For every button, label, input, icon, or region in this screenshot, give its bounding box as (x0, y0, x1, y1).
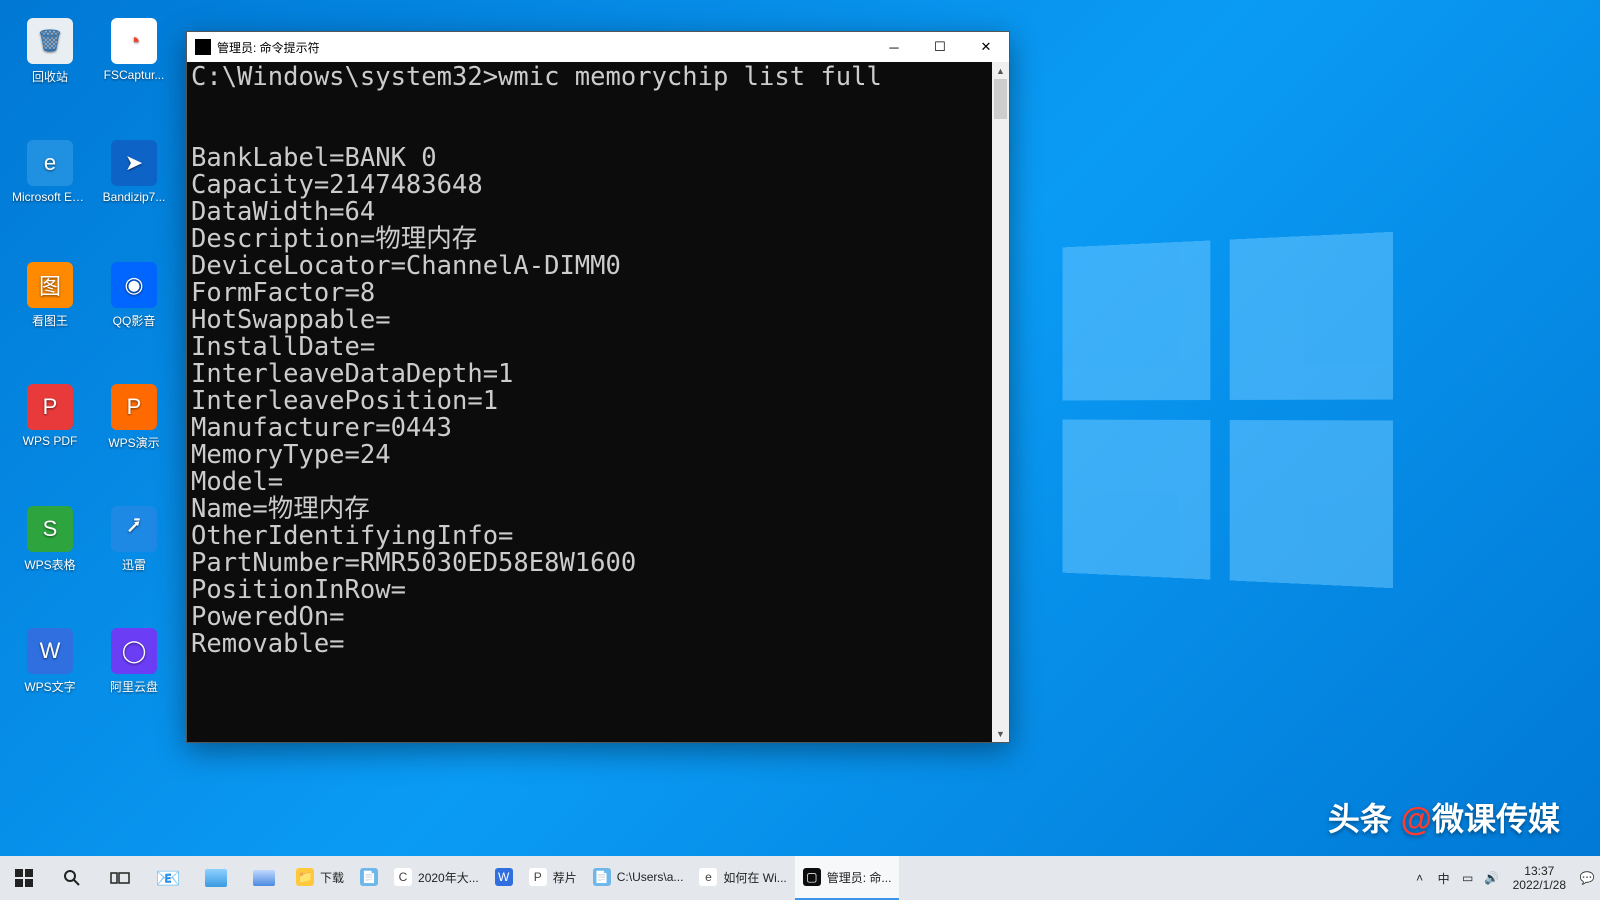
xunlei-icon: ⭷ (111, 506, 157, 552)
desktop-icon-kantuwang[interactable]: 图看图王 (12, 262, 88, 329)
task-downloads-icon: 📁 (296, 868, 314, 886)
desktop-icon-recycle-bin[interactable]: 🗑 回收站 (12, 18, 88, 85)
icon-label: 迅雷 (96, 556, 172, 573)
cmd-icon (195, 39, 211, 55)
desktop-icon-xunlei[interactable]: ⭷ 迅雷 (96, 506, 172, 573)
desktop-icon-wps-wenzi[interactable]: W WPS文字 (12, 628, 88, 695)
icon-label: FSCaptur... (96, 68, 172, 82)
task-items: 📁 下载 📄 C 2020年大... WP 荐片 📄 C:\Users\a... e 如何在 Wi.… (288, 856, 899, 900)
icon-label: Microsoft Edge (12, 190, 88, 204)
icon-label: QQ影音 (96, 312, 172, 329)
aliyunpan-icon: ◯ (111, 628, 157, 674)
icon-label: WPS演示 (96, 434, 172, 451)
task-label: C:\Users\a... (617, 870, 684, 884)
titlebar[interactable]: 管理员: 命令提示符 ─ ☐ ✕ (187, 32, 1009, 62)
icon-label: 看图王 (12, 312, 88, 329)
wps-yanshi-icon: P (111, 384, 157, 430)
scroll-thumb[interactable] (994, 79, 1007, 119)
clock-date: 2022/1/28 (1513, 878, 1566, 892)
notifications-icon[interactable]: 💬 (1578, 869, 1596, 887)
wps-biaoge-icon: S (27, 506, 73, 552)
desktop-icon-fscapture[interactable]: ◔ FSCaptur... (96, 18, 172, 82)
wps-pdf-icon: P (27, 384, 73, 430)
kantuwang-icon: 图 (27, 262, 73, 308)
window-title: 管理员: 命令提示符 (217, 39, 871, 56)
tray-chevron-icon[interactable]: ˄ (1411, 869, 1429, 887)
watermark-prefix: 头条 (1328, 801, 1392, 837)
app-pinned-2[interactable] (240, 856, 288, 900)
scroll-up-button[interactable]: ▲ (992, 62, 1009, 79)
maximize-button[interactable]: ☐ (917, 32, 963, 62)
task-edge-icon: e (699, 868, 717, 886)
scroll-down-button[interactable]: ▼ (992, 725, 1009, 742)
qqyingyin-icon: ◉ (111, 262, 157, 308)
clock[interactable]: 13:37 2022/1/28 (1507, 864, 1572, 892)
task-jianpian-icon: P (529, 868, 547, 886)
task-downloads[interactable]: 📁 下载 (288, 856, 352, 900)
mail-pinned[interactable]: 📧 (144, 856, 192, 900)
network-icon[interactable]: ▭ (1459, 869, 1477, 887)
task-cmd-icon: ▢ (803, 868, 821, 886)
task-cmd[interactable]: ▢ 管理员: 命... (795, 856, 900, 900)
desktop-icon-wps-biaoge[interactable]: S WPS表格 (12, 506, 88, 573)
watermark: 头条 @微课传媒 (1328, 794, 1560, 840)
icon-label: WPS表格 (12, 556, 88, 573)
taskbar: 📧 📁 下载 📄 C 2020年大... WP 荐片 📄 C:\Users\a... e 如何在 W… (0, 856, 1600, 900)
start-button[interactable] (0, 856, 48, 900)
bandizip-icon: ➤ (111, 140, 157, 186)
task-notepad1-icon: 📄 (360, 868, 378, 886)
task-label: 荐片 (553, 869, 577, 886)
task-edge[interactable]: e 如何在 Wi... (691, 856, 794, 900)
icon-label: WPS PDF (12, 434, 88, 448)
scrollbar[interactable]: ▲ ▼ (992, 62, 1009, 742)
close-button[interactable]: ✕ (963, 32, 1009, 62)
desktop-icon-wps-yanshi[interactable]: P WPS演示 (96, 384, 172, 451)
icon-label: 回收站 (12, 68, 88, 85)
task-notepad1[interactable]: 📄 (352, 856, 386, 900)
recycle-bin-icon: 🗑 (27, 18, 73, 64)
task-label: 如何在 Wi... (723, 869, 786, 886)
watermark-at: @ (1401, 801, 1432, 837)
icon-label: Bandizip7... (96, 190, 172, 204)
minimize-button[interactable]: ─ (871, 32, 917, 62)
task-2020[interactable]: C 2020年大... (386, 856, 487, 900)
task-2020-icon: C (394, 868, 412, 886)
app-pinned-1[interactable] (192, 856, 240, 900)
desktop-icon-edge[interactable]: e Microsoft Edge (12, 140, 88, 204)
desktop-icon-wps-pdf[interactable]: P WPS PDF (12, 384, 88, 448)
task-users[interactable]: 📄 C:\Users\a... (585, 856, 692, 900)
task-wps[interactable]: W (487, 856, 521, 900)
wps-wenzi-icon: W (27, 628, 73, 674)
desktop-icon-bandizip[interactable]: ➤ Bandizip7... (96, 140, 172, 204)
terminal-output[interactable]: C:\Windows\system32>wmic memorychip list… (187, 62, 1009, 742)
task-label: 下载 (320, 869, 344, 886)
search-button[interactable] (48, 856, 96, 900)
task-wps-icon: W (495, 868, 513, 886)
task-label: 管理员: 命... (827, 869, 892, 886)
desktop-icon-aliyunpan[interactable]: ◯ 阿里云盘 (96, 628, 172, 695)
watermark-name: 微课传媒 (1432, 801, 1560, 837)
edge-icon: e (27, 140, 73, 186)
cmd-window: 管理员: 命令提示符 ─ ☐ ✕ C:\Windows\system32>wmi… (186, 31, 1010, 743)
icon-label: 阿里云盘 (96, 678, 172, 695)
volume-icon[interactable]: 🔊 (1483, 869, 1501, 887)
task-jianpian[interactable]: P 荐片 (521, 856, 585, 900)
fscapture-icon: ◔ (111, 18, 157, 64)
desktop-icon-qqyingyin[interactable]: ◉ QQ影音 (96, 262, 172, 329)
system-tray: ˄ 中 ▭ 🔊 13:37 2022/1/28 💬 (1411, 856, 1600, 900)
clock-time: 13:37 (1513, 864, 1566, 878)
icon-label: WPS文字 (12, 678, 88, 695)
ime-icon[interactable]: 中 (1435, 869, 1453, 887)
task-label: 2020年大... (418, 869, 479, 886)
task-users-icon: 📄 (593, 868, 611, 886)
task-view-button[interactable] (96, 856, 144, 900)
